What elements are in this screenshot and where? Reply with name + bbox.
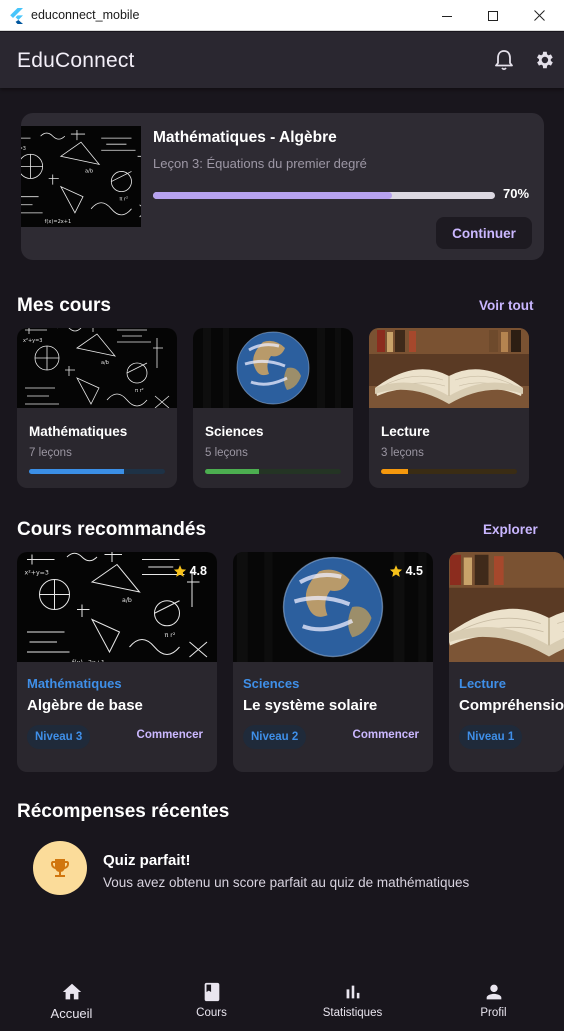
lesson-count: 5 leçons xyxy=(205,447,248,459)
recommended-card-algebra[interactable]: 4.8 Mathématiques Algèbre de base Niveau… xyxy=(17,552,217,772)
minimize-icon xyxy=(442,15,452,17)
rating-value: 4.8 xyxy=(189,564,207,578)
maximize-button[interactable] xyxy=(470,0,516,31)
app-title: EduConnect xyxy=(17,49,135,72)
gear-icon[interactable] xyxy=(533,49,555,71)
nav-label-profile: Profil xyxy=(480,1007,507,1019)
app-bar: EduConnect xyxy=(0,32,564,88)
continue-progress-fill xyxy=(153,192,393,199)
start-button[interactable]: Commencer xyxy=(353,729,419,741)
sciences-course-image xyxy=(193,328,353,408)
course-category: Mathématiques xyxy=(27,676,122,691)
close-button[interactable] xyxy=(516,0,562,31)
continue-lesson-subtitle: Leçon 3: Équations du premier degré xyxy=(153,156,367,171)
person-icon xyxy=(486,984,501,1000)
bar-chart-icon xyxy=(346,985,359,999)
my-course-card-maths[interactable]: Mathématiques 7 leçons xyxy=(17,328,177,488)
nav-item-courses[interactable]: Cours xyxy=(141,968,282,1031)
see-all-link[interactable]: Voir tout xyxy=(479,298,534,313)
reward-title: Quiz parfait! xyxy=(103,852,191,869)
continue-learning-card[interactable]: Mathématiques - Algèbre Leçon 3: Équatio… xyxy=(21,113,544,260)
my-courses-title: Mes cours xyxy=(17,295,111,316)
course-progress-bar xyxy=(205,469,341,474)
my-course-card-sciences[interactable]: Sciences 5 leçons xyxy=(193,328,353,488)
course-title: Compréhension xyxy=(459,697,564,714)
course-title: Le système solaire xyxy=(243,697,378,714)
course-name: Lecture xyxy=(381,424,430,439)
trophy-icon xyxy=(51,859,69,877)
rating-badge: 4.5 xyxy=(389,564,423,578)
recommended-card-solar-system[interactable]: 4.5 Sciences Le système solaire Niveau 2… xyxy=(233,552,433,772)
nav-label-home: Accueil xyxy=(50,1006,93,1021)
course-category: Lecture xyxy=(459,676,506,691)
nav-item-profile[interactable]: Profil xyxy=(423,968,564,1031)
home-scroll-content[interactable]: Mathématiques - Algèbre Leçon 3: Équatio… xyxy=(0,88,564,968)
close-icon xyxy=(533,10,545,21)
reward-item: Quiz parfait! Vous avez obtenu un score … xyxy=(17,836,547,922)
comprehension-course-image xyxy=(449,552,564,662)
course-category: Sciences xyxy=(243,676,300,691)
lesson-count: 7 leçons xyxy=(29,447,72,459)
window-titlebar: educonnect_mobile xyxy=(0,0,564,31)
recommended-card-comprehension[interactable]: Lecture Compréhension Niveau 1 xyxy=(449,552,564,772)
recent-rewards-title: Récompenses récentes xyxy=(17,801,230,822)
continue-progress-bar xyxy=(153,192,495,199)
star-icon xyxy=(389,565,402,577)
course-name: Mathématiques xyxy=(29,424,128,439)
rating-badge: 4.8 xyxy=(173,564,207,578)
continue-progress-percent: 70% xyxy=(503,186,530,201)
level-chip: Niveau 3 xyxy=(27,725,91,749)
start-button[interactable]: Commencer xyxy=(137,729,203,741)
star-icon xyxy=(173,565,186,577)
level-chip: Niveau 2 xyxy=(243,725,307,749)
reward-icon-circle xyxy=(33,841,87,895)
reward-description: Vous avez obtenu un score parfait au qui… xyxy=(103,875,470,890)
explore-link[interactable]: Explorer xyxy=(483,522,538,537)
nav-item-home[interactable]: Accueil xyxy=(1,968,142,1031)
nav-label-courses: Cours xyxy=(196,1007,227,1019)
rating-value: 4.5 xyxy=(405,564,423,578)
course-progress-bar xyxy=(381,469,517,474)
nav-label-statistics: Statistiques xyxy=(322,1007,383,1019)
book-icon xyxy=(204,982,219,1002)
course-title: Algèbre de base xyxy=(27,697,143,714)
course-progress-bar xyxy=(29,469,165,474)
minimize-button[interactable] xyxy=(424,0,470,31)
maximize-icon xyxy=(488,10,498,21)
flutter-logo-icon xyxy=(10,8,23,24)
home-icon xyxy=(62,983,81,1000)
nav-item-statistics[interactable]: Statistiques xyxy=(282,968,423,1031)
lecture-course-image xyxy=(369,328,529,408)
continue-button[interactable]: Continuer xyxy=(436,217,532,249)
my-course-card-lecture[interactable]: Lecture 3 leçons xyxy=(369,328,529,488)
course-thumbnail xyxy=(21,126,141,227)
maths-course-image xyxy=(17,328,177,408)
level-chip: Niveau 1 xyxy=(459,725,523,749)
bell-icon[interactable] xyxy=(494,49,514,71)
continue-course-title: Mathématiques - Algèbre xyxy=(153,129,337,146)
recommended-title: Cours recommandés xyxy=(17,519,207,540)
course-name: Sciences xyxy=(205,424,264,439)
course-progress-fill xyxy=(381,469,409,474)
course-progress-fill xyxy=(205,469,260,474)
course-progress-fill xyxy=(29,469,125,474)
window-title: educonnect_mobile xyxy=(31,8,140,22)
lesson-count: 3 leçons xyxy=(381,447,424,459)
bottom-navigation: Accueil Cours Statistiques Profil xyxy=(0,968,564,1031)
